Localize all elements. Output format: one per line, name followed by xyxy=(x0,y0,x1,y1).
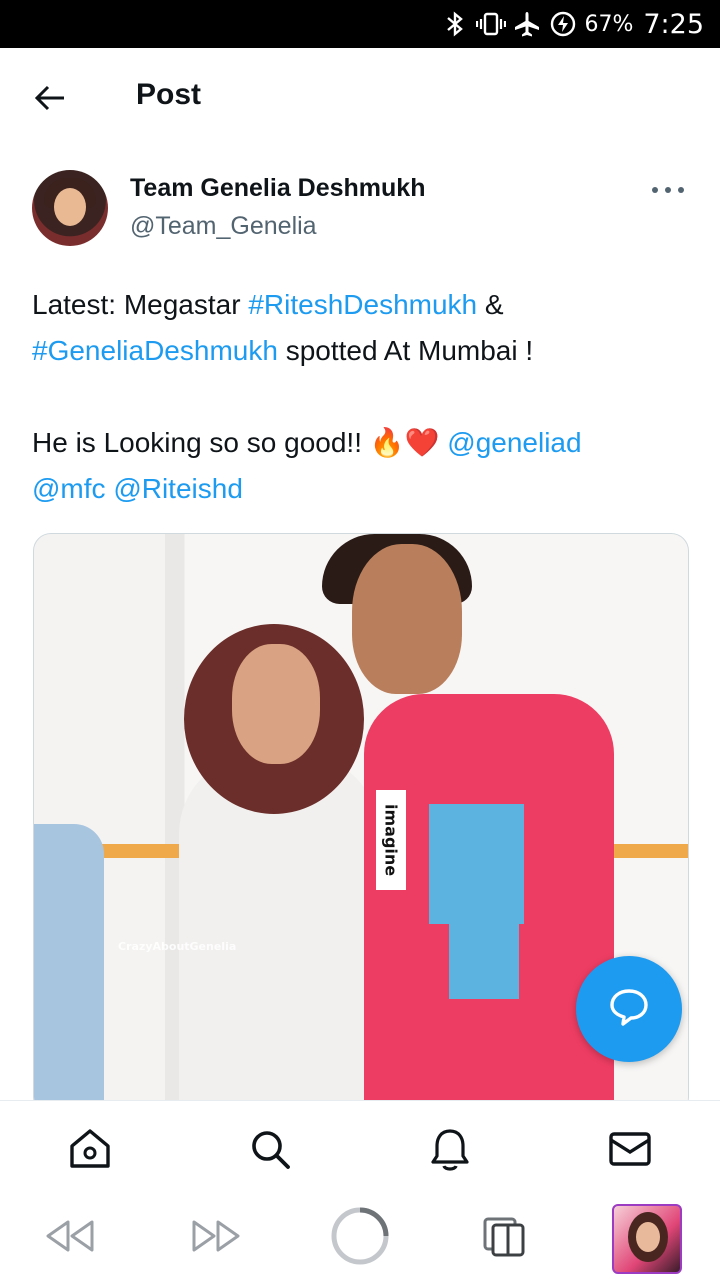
text: He is Looking so so good!! xyxy=(32,427,370,458)
system-nav-bar xyxy=(0,1196,720,1280)
avatar[interactable] xyxy=(32,170,108,246)
search-icon xyxy=(248,1127,292,1176)
home-circle-button[interactable] xyxy=(330,1206,390,1270)
photo-person-left xyxy=(34,824,104,1114)
thumbnail-face xyxy=(636,1222,660,1252)
fast-forward-icon xyxy=(190,1218,242,1259)
bell-icon xyxy=(428,1126,472,1177)
tweet-author: Team Genelia Deshmukh @Team_Genelia xyxy=(32,170,688,250)
reply-fab-button[interactable] xyxy=(576,956,682,1062)
airplane-icon xyxy=(512,9,542,39)
tab-notifications[interactable] xyxy=(426,1127,474,1175)
mention-link[interactable]: @mfc xyxy=(32,473,106,504)
photo-woman-face xyxy=(232,644,320,764)
dot xyxy=(678,187,684,193)
post-header: Post xyxy=(0,48,720,148)
photo-man-face xyxy=(352,544,462,694)
tab-home[interactable] xyxy=(66,1127,114,1175)
home-circle-icon xyxy=(329,1205,391,1272)
mention-link[interactable]: @Riteishd xyxy=(113,473,243,504)
tab-messages[interactable] xyxy=(606,1127,654,1175)
text: spotted At Mumbai ! xyxy=(277,335,534,366)
text: & xyxy=(477,289,504,320)
recent-apps-button[interactable] xyxy=(474,1206,534,1270)
page-title: Post xyxy=(136,78,202,111)
battery-percentage: 67% xyxy=(584,11,634,37)
bluetooth-icon xyxy=(440,9,470,39)
reply-bubble-icon xyxy=(607,985,651,1034)
arrow-left-icon[interactable] xyxy=(30,78,70,118)
dot xyxy=(665,187,671,193)
shirt-tag-text: imagine xyxy=(376,790,406,890)
photo-watermark: CrazyAboutGenelia xyxy=(118,940,237,953)
more-horizontal-icon[interactable] xyxy=(652,180,684,200)
tweet-line-2: #GeneliaDeshmukh spotted At Mumbai ! xyxy=(32,328,692,374)
hashtag-link[interactable]: #RiteshDeshmukh xyxy=(248,289,477,320)
avatar-face xyxy=(54,188,86,226)
bottom-tab-bar xyxy=(0,1100,720,1197)
hashtag-link[interactable]: #GeneliaDeshmukh xyxy=(32,335,278,366)
tweet-line-4: @mfc @Riteishd xyxy=(32,466,692,512)
vibrate-icon xyxy=(476,9,507,39)
tab-search[interactable] xyxy=(246,1127,294,1175)
mention-link[interactable]: @geneliad xyxy=(447,427,581,458)
status-bar: 67% 7:25 xyxy=(0,0,720,48)
shirt-patch-goat xyxy=(429,804,524,924)
fast-forward-button[interactable] xyxy=(186,1206,246,1270)
dot xyxy=(652,187,658,193)
recent-apps-icon xyxy=(481,1215,527,1262)
tweet-line-1: Latest: Megastar #RiteshDeshmukh & xyxy=(32,282,692,328)
tweet-text: Latest: Megastar #RiteshDeshmukh & #Gene… xyxy=(32,282,692,512)
emoji: 🔥❤️ xyxy=(369,427,440,458)
profile-thumbnail[interactable] xyxy=(612,1204,682,1274)
text: Latest: Megastar xyxy=(32,289,249,320)
clock: 7:25 xyxy=(643,8,704,40)
home-icon xyxy=(67,1126,113,1177)
mail-icon xyxy=(608,1129,652,1174)
rewind-icon xyxy=(44,1218,96,1259)
rewind-button[interactable] xyxy=(40,1206,100,1270)
author-name[interactable]: Team Genelia Deshmukh xyxy=(130,174,425,203)
shirt-patch-bird xyxy=(449,914,519,999)
battery-saver-icon xyxy=(548,9,578,39)
author-handle[interactable]: @Team_Genelia xyxy=(130,212,317,241)
tweet-line-3: He is Looking so so good!! 🔥❤️ @geneliad xyxy=(32,420,692,466)
